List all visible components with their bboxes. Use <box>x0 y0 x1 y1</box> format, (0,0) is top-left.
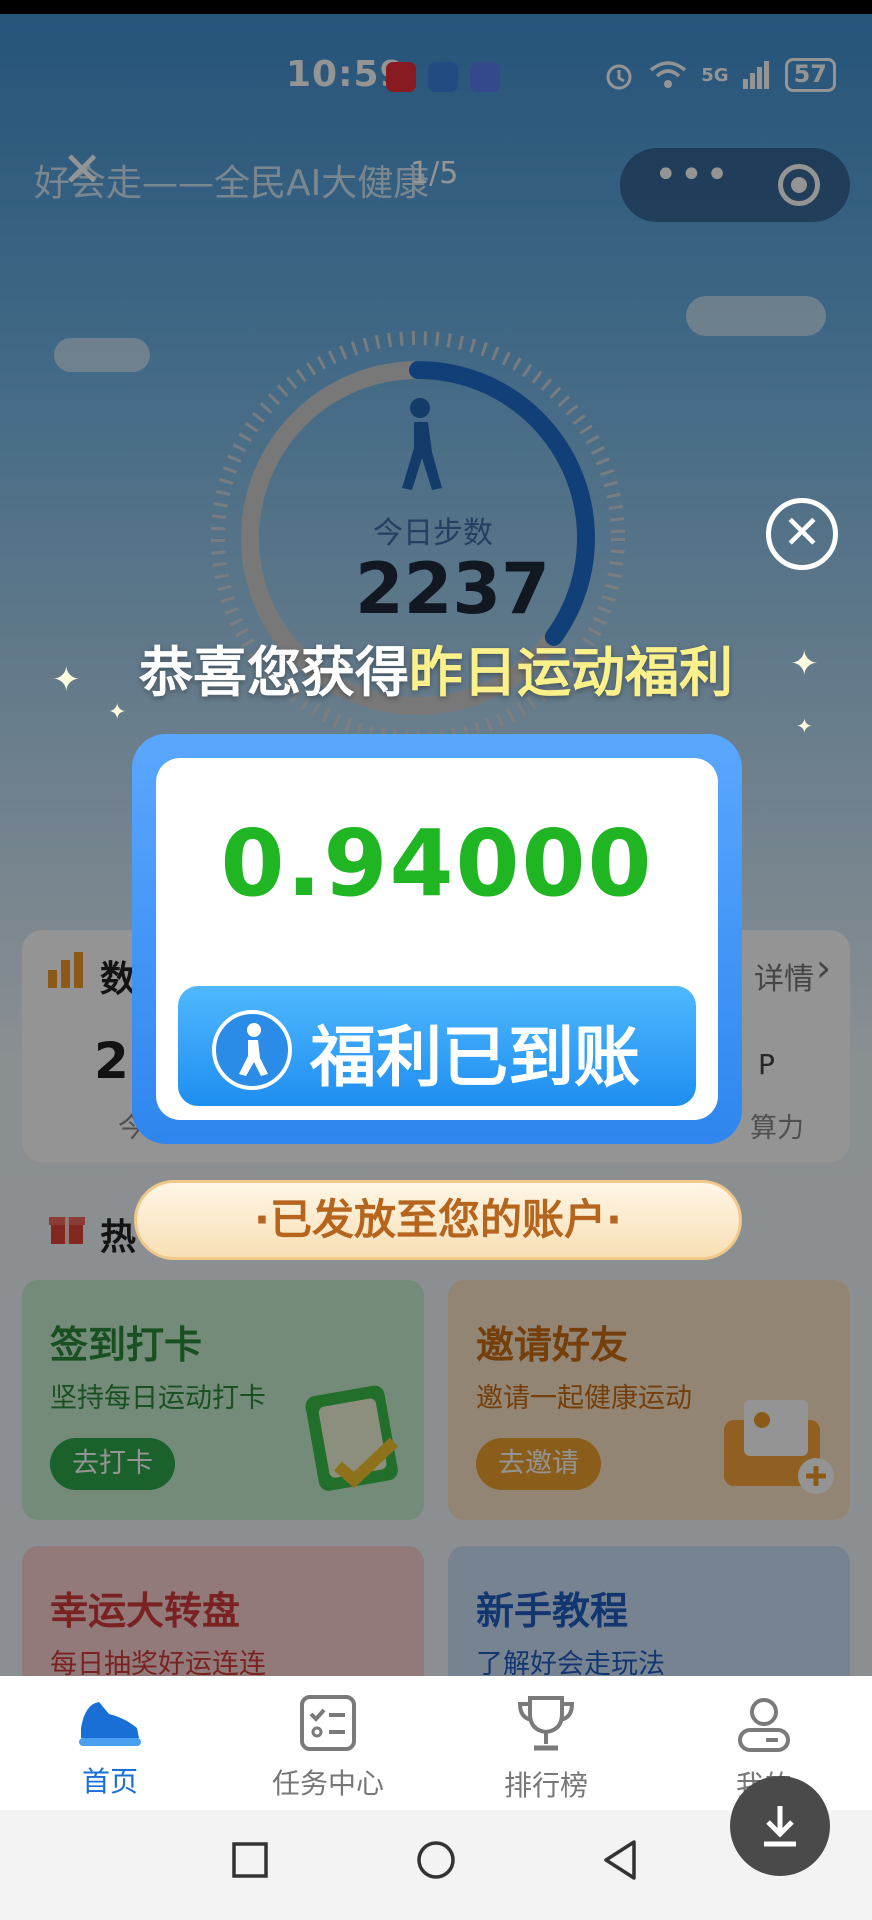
screen: 10:59 5G 57 好会走——全民AI大健康 ✕ 1/5 ••• 今日步数 … <box>0 0 872 1920</box>
issued-banner: ·已发放至您的账户· <box>134 1180 742 1260</box>
reward-received-button[interactable]: 福利已到账 <box>178 986 696 1106</box>
headline-highlight: 昨日运动福利 <box>409 641 733 704</box>
reward-card-inner: 0.94000 福利已到账 <box>156 758 718 1120</box>
tab-label: 首页 <box>81 1765 138 1798</box>
modal-headline: 恭喜您获得昨日运动福利 <box>0 628 872 707</box>
reward-card: 0.94000 福利已到账 <box>132 734 742 1144</box>
tab-label: 任务中心 <box>271 1767 384 1800</box>
trophy-icon <box>517 1696 575 1751</box>
tab-label: 排行榜 <box>503 1769 588 1802</box>
reward-amount: 0.94000 <box>220 810 654 917</box>
sneaker-icon <box>79 1702 141 1746</box>
headline-plain: 恭喜您获得 <box>139 641 409 704</box>
sparkle-icon: ✦ <box>796 714 813 738</box>
modal-close-icon[interactable]: ✕ <box>766 498 838 570</box>
walking-badge-icon <box>212 1010 292 1090</box>
download-icon <box>764 1806 796 1847</box>
reward-button-label: 福利已到账 <box>310 1019 640 1096</box>
profile-icon <box>738 1698 790 1752</box>
download-button[interactable] <box>730 1776 830 1876</box>
bottom-tab-bar: 首页 任务中心 排行榜 我的 <box>0 1676 872 1810</box>
checklist-icon <box>300 1695 356 1751</box>
back-triangle-icon[interactable] <box>600 1838 640 1882</box>
recent-apps-icon[interactable] <box>230 1840 270 1880</box>
tab-leaderboard[interactable]: 排行榜 <box>466 1694 626 1804</box>
home-circle-icon[interactable] <box>414 1838 458 1882</box>
tab-home[interactable]: 首页 <box>30 1694 190 1800</box>
tab-task-center[interactable]: 任务中心 <box>248 1694 408 1802</box>
